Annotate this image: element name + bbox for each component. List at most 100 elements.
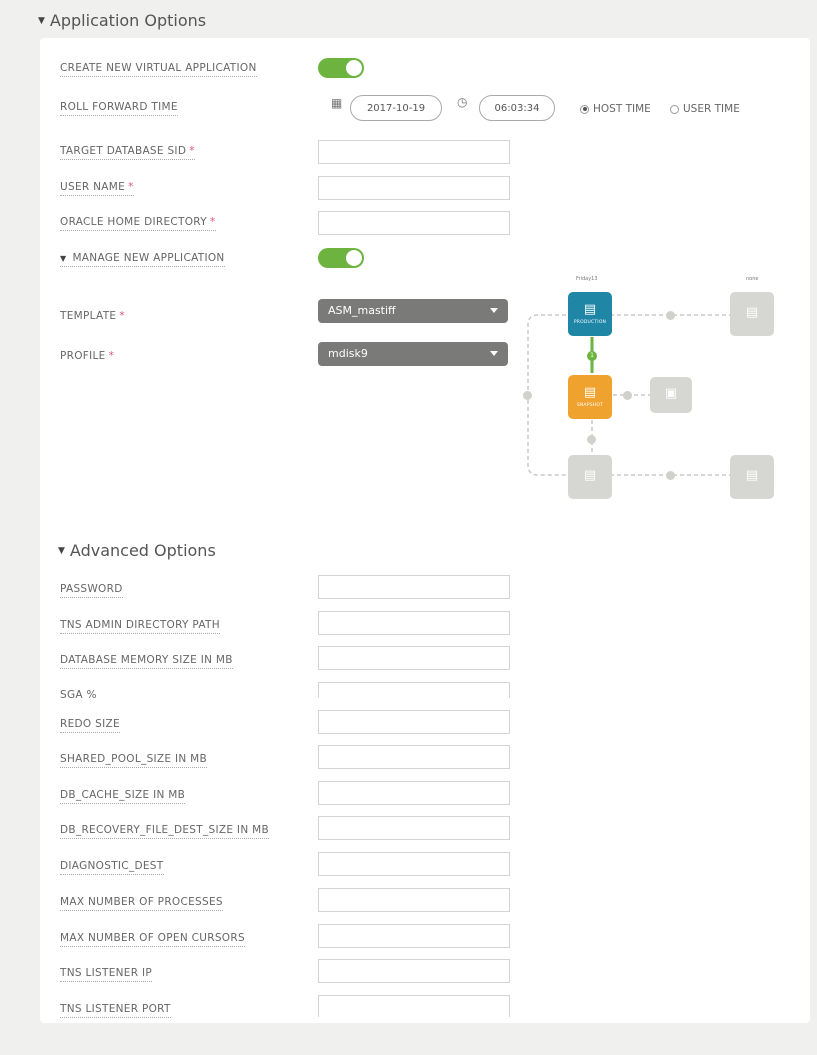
required-mark: * bbox=[189, 145, 195, 157]
diagram-node[interactable]: ▤ bbox=[568, 455, 612, 499]
database-icon: ▤ bbox=[583, 302, 597, 317]
db-memory-size-input[interactable] bbox=[318, 646, 510, 670]
max-open-cursors-label: MAX NUMBER OF OPEN CURSORS bbox=[60, 932, 245, 947]
database-icon: ▤ bbox=[745, 304, 759, 320]
host-time-label: HOST TIME bbox=[593, 103, 651, 115]
required-mark: * bbox=[119, 310, 125, 322]
tns-listener-ip-input[interactable] bbox=[318, 959, 510, 983]
manage-new-app-text: MANAGE NEW APPLICATION bbox=[72, 252, 225, 264]
sga-percent-input[interactable] bbox=[318, 682, 510, 698]
time-value: 06:03:34 bbox=[494, 102, 540, 114]
snapshot-node[interactable]: ▤ SNAPSHOT bbox=[568, 375, 612, 419]
database-icon: ▤ bbox=[583, 385, 597, 400]
oracle-home-label: ORACLE HOME DIRECTORY * bbox=[60, 216, 216, 231]
required-mark: * bbox=[209, 216, 216, 228]
redo-size-input[interactable] bbox=[318, 710, 510, 734]
node-label: SNAPSHOT bbox=[576, 403, 604, 408]
sga-percent-label: SGA % bbox=[60, 689, 97, 701]
target-sid-text: TARGET DATABASE SID bbox=[60, 145, 187, 157]
green-status-dot: 1 bbox=[587, 351, 597, 361]
password-label: PASSWORD bbox=[60, 583, 123, 598]
snapshot-icon: ▣ bbox=[664, 385, 678, 401]
required-mark: * bbox=[108, 350, 115, 362]
diagram-caption: Friday13 bbox=[576, 276, 598, 282]
redo-size-label: REDO SIZE bbox=[60, 718, 120, 733]
profile-value: mdisk9 bbox=[328, 347, 368, 360]
user-time-radio[interactable]: USER TIME bbox=[670, 103, 740, 115]
clock-icon[interactable]: ◷ bbox=[457, 95, 467, 109]
max-processes-input[interactable] bbox=[318, 888, 510, 912]
profile-select[interactable]: mdisk9 bbox=[318, 342, 508, 366]
db-cache-size-label: DB_CACHE_SIZE IN MB bbox=[60, 789, 186, 804]
tns-admin-path-label: TNS ADMIN DIRECTORY PATH bbox=[60, 619, 220, 634]
oracle-home-input[interactable] bbox=[318, 211, 510, 235]
max-processes-label: MAX NUMBER OF PROCESSES bbox=[60, 896, 223, 911]
diagnostic-dest-input[interactable] bbox=[318, 852, 510, 876]
date-value: 2017-10-19 bbox=[366, 102, 426, 114]
create-virtual-app-toggle[interactable] bbox=[318, 58, 364, 78]
collapse-triangle-icon: ▼ bbox=[38, 15, 45, 26]
manage-new-app-label[interactable]: ▼ MANAGE NEW APPLICATION bbox=[60, 252, 225, 267]
toggle-knob bbox=[346, 250, 362, 266]
tns-admin-path-input[interactable] bbox=[318, 611, 510, 635]
profile-text: PROFILE bbox=[60, 350, 106, 362]
diagram-node[interactable]: ▣ bbox=[650, 377, 692, 413]
diagram-caption: none bbox=[746, 276, 759, 282]
diagram-node[interactable]: ▤ bbox=[730, 292, 774, 336]
db-cache-size-input[interactable] bbox=[318, 781, 510, 805]
template-text: TEMPLATE bbox=[60, 310, 117, 322]
user-time-label: USER TIME bbox=[683, 103, 740, 115]
time-input[interactable]: 06:03:34 bbox=[479, 95, 555, 121]
profile-label: PROFILE * bbox=[60, 350, 114, 364]
connector-dot bbox=[587, 435, 596, 444]
db-recovery-size-label: DB_RECOVERY_FILE_DEST_SIZE IN MB bbox=[60, 824, 269, 839]
tns-listener-port-input[interactable] bbox=[318, 995, 510, 1017]
template-select[interactable]: ASM_mastiff bbox=[318, 299, 508, 323]
required-mark: * bbox=[128, 181, 134, 193]
target-sid-input[interactable] bbox=[318, 140, 510, 164]
user-name-text: USER NAME bbox=[60, 181, 126, 193]
host-time-radio[interactable]: HOST TIME bbox=[580, 103, 651, 115]
create-virtual-app-label: CREATE NEW VIRTUAL APPLICATION bbox=[60, 62, 257, 77]
application-topology-diagram: Friday13 none ▤ PRODUCTION ▤ ▤ SNAPSHOT … bbox=[520, 275, 790, 510]
connector-dot bbox=[666, 311, 675, 320]
application-options-title: Application Options bbox=[49, 11, 207, 30]
tns-listener-port-label: TNS LISTENER PORT bbox=[60, 1003, 171, 1018]
date-input[interactable]: 2017-10-19 bbox=[350, 95, 442, 121]
max-open-cursors-input[interactable] bbox=[318, 924, 510, 948]
advanced-options-header[interactable]: ▼ Advanced Options bbox=[58, 541, 216, 560]
dropdown-caret-icon bbox=[490, 351, 498, 356]
node-label: PRODUCTION bbox=[573, 320, 607, 325]
advanced-options-title: Advanced Options bbox=[69, 541, 216, 560]
manage-new-app-toggle[interactable] bbox=[318, 248, 364, 268]
db-memory-size-label: DATABASE MEMORY SIZE IN MB bbox=[60, 654, 233, 669]
diagnostic-dest-label: DIAGNOSTIC_DEST bbox=[60, 860, 164, 875]
connector-dot bbox=[666, 471, 675, 480]
application-options-header[interactable]: ▼ Application Options bbox=[38, 11, 206, 30]
dropdown-caret-icon bbox=[490, 308, 498, 313]
collapse-triangle-icon: ▼ bbox=[58, 545, 65, 556]
tns-listener-ip-label: TNS LISTENER IP bbox=[60, 967, 152, 982]
oracle-home-text: ORACLE HOME DIRECTORY bbox=[60, 216, 207, 228]
shared-pool-size-input[interactable] bbox=[318, 745, 510, 769]
template-label: TEMPLATE * bbox=[60, 310, 125, 324]
db-recovery-size-input[interactable] bbox=[318, 816, 510, 840]
collapse-triangle-icon: ▼ bbox=[60, 254, 67, 263]
shared-pool-size-label: SHARED_POOL_SIZE IN MB bbox=[60, 753, 208, 768]
password-input[interactable] bbox=[318, 575, 510, 599]
database-icon: ▤ bbox=[583, 467, 597, 483]
toggle-knob bbox=[346, 60, 362, 76]
diagram-node[interactable]: ▤ bbox=[730, 455, 774, 499]
calendar-icon[interactable]: ▦ bbox=[331, 96, 342, 110]
user-name-label: USER NAME * bbox=[60, 181, 134, 196]
radio-selected-icon bbox=[580, 104, 589, 114]
connector-dot bbox=[523, 391, 532, 400]
connector-dot bbox=[623, 391, 632, 400]
roll-forward-label: ROLL FORWARD TIME bbox=[60, 101, 178, 116]
radio-unselected-icon bbox=[670, 104, 679, 114]
database-icon: ▤ bbox=[745, 467, 759, 483]
target-sid-label: TARGET DATABASE SID * bbox=[60, 145, 195, 160]
user-name-input[interactable] bbox=[318, 176, 510, 200]
template-value: ASM_mastiff bbox=[328, 304, 396, 317]
production-node[interactable]: ▤ PRODUCTION bbox=[568, 292, 612, 336]
